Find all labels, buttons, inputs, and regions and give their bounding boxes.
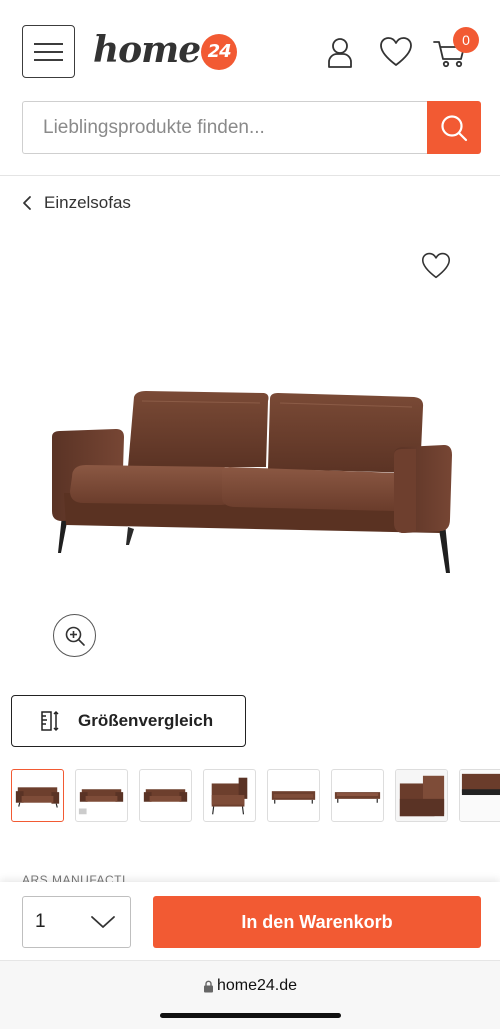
wishlist-icon[interactable] xyxy=(378,34,414,70)
cart-count-badge: 0 xyxy=(453,27,479,53)
thumbnail-7[interactable] xyxy=(395,769,448,822)
product-image[interactable] xyxy=(46,385,456,595)
ruler-icon xyxy=(41,710,59,732)
quantity-select[interactable]: 1 xyxy=(22,896,131,948)
menu-icon xyxy=(34,42,63,45)
size-comparison-button[interactable]: Größenvergleich xyxy=(11,695,246,747)
thumbnail-1[interactable] xyxy=(11,769,64,822)
site-header: home 24 0 xyxy=(0,0,500,176)
thumbnail-3[interactable] xyxy=(139,769,192,822)
lock-icon xyxy=(203,980,213,992)
url-display[interactable]: home24.de xyxy=(0,977,500,995)
account-icon[interactable] xyxy=(322,34,358,70)
chevron-left-icon xyxy=(23,196,31,210)
search-bar xyxy=(22,101,481,154)
sticky-purchase-bar: 1 In den Warenkorb xyxy=(0,882,500,960)
browser-address-bar: home24.de xyxy=(0,960,500,1029)
thumbnail-4[interactable] xyxy=(203,769,256,822)
home-indicator[interactable] xyxy=(160,1013,341,1018)
search-button[interactable] xyxy=(427,101,481,154)
thumbnail-6[interactable] xyxy=(331,769,384,822)
breadcrumb[interactable]: Einzelsofas xyxy=(22,193,131,213)
search-icon xyxy=(441,114,468,141)
breadcrumb-label: Einzelsofas xyxy=(44,193,131,212)
zoom-button[interactable] xyxy=(53,614,96,657)
menu-button[interactable] xyxy=(22,25,75,78)
chevron-down-icon xyxy=(91,916,115,928)
url-text: home24.de xyxy=(216,977,298,994)
thumbnail-2[interactable] xyxy=(75,769,128,822)
thumbnail-8[interactable] xyxy=(459,769,500,822)
size-comparison-label: Größenvergleich xyxy=(78,711,214,730)
product-wishlist-icon[interactable] xyxy=(420,250,452,280)
add-to-cart-button[interactable]: In den Warenkorb xyxy=(153,896,481,948)
zoom-in-icon xyxy=(65,626,85,646)
logo-badge: 24 xyxy=(201,33,238,70)
search-input[interactable] xyxy=(22,101,427,154)
thumbnail-5[interactable] xyxy=(267,769,320,822)
home24-logo[interactable]: home 24 xyxy=(93,27,238,73)
quantity-value: 1 xyxy=(35,911,46,932)
thumbnail-strip xyxy=(11,769,500,823)
